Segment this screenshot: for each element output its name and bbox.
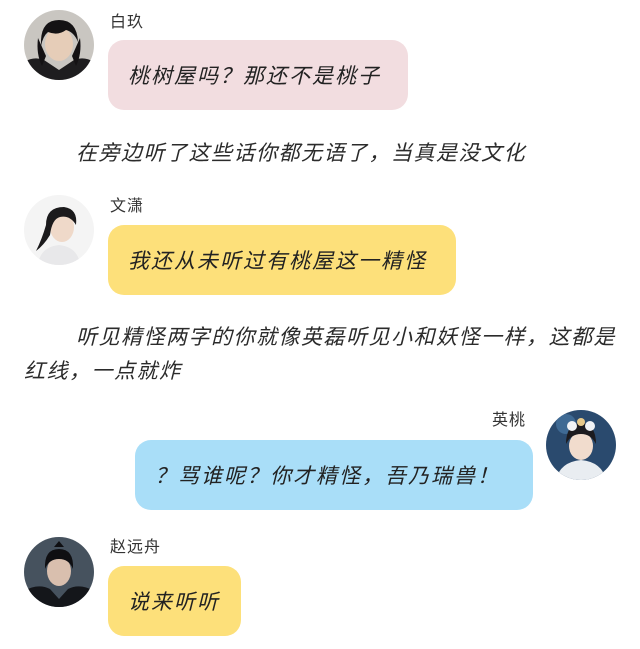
avatar-wenxiao[interactable] [24,195,94,265]
speaker-name: 白玖 [110,12,145,31]
male-avatar-icon [24,537,94,607]
message-bubble[interactable]: ？骂谁呢？你才精怪，吾乃瑞兽！ [135,440,533,510]
narration-text: 在旁边听了这些话你都无语了，当真是没文化 [76,141,526,165]
speaker-name: 赵远舟 [110,537,162,556]
male-avatar-icon [24,10,94,80]
female-avatar-icon [24,195,94,265]
speaker-name: 文潇 [110,196,145,215]
avatar-baijiu[interactable] [24,10,94,80]
narration-text: 听见精怪两字的你就像英磊听见小和妖怪一样，这都是红线，一点就炸 [24,325,616,383]
message-bubble[interactable]: 说来听听 [108,566,241,636]
female-avatar-icon [546,410,616,480]
avatar-zhaoyuanzhou[interactable] [24,537,94,607]
message-bubble[interactable]: 我还从未听过有桃屋这一精怪 [108,225,456,295]
message-bubble[interactable]: 桃树屋吗？那还不是桃子 [108,40,408,110]
avatar-yingtao[interactable] [546,410,616,480]
speaker-name: 英桃 [492,410,527,429]
